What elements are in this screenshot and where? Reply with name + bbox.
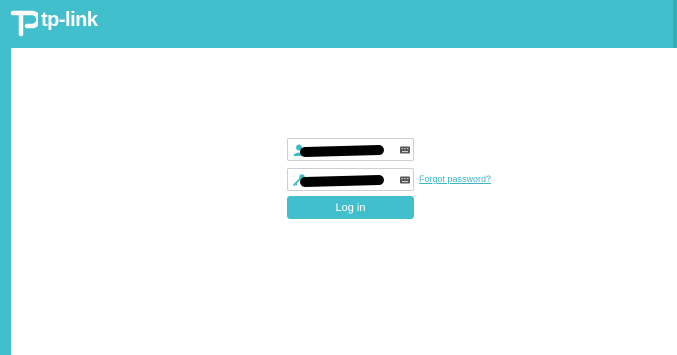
top-header: tp-link (0, 0, 677, 48)
header-edge (673, 0, 677, 48)
username-field[interactable] (287, 138, 414, 161)
brand-name: tp-link (41, 8, 98, 31)
forgot-password-link[interactable]: Forgot password? (419, 174, 491, 184)
tp-link-logo-icon (10, 10, 38, 37)
login-button[interactable]: Log in (287, 196, 414, 219)
tp-link-logo[interactable]: tp-link (8, 7, 98, 37)
keyboard-icon[interactable] (400, 145, 410, 155)
keyboard-icon[interactable] (400, 175, 410, 185)
password-field[interactable] (287, 168, 414, 191)
